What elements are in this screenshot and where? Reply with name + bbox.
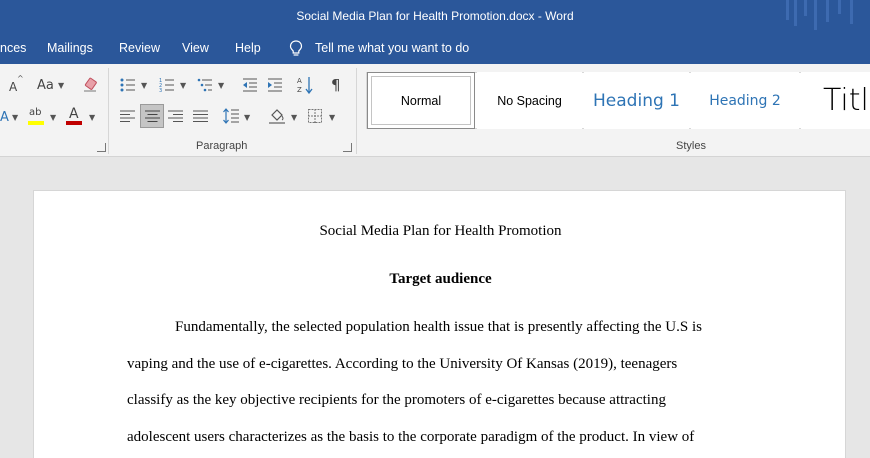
chevron-down-icon: ▼ [218,81,225,90]
style-no-spacing-label: No Spacing [497,93,562,108]
document-title: Social Media Plan for Health Promotion [319,223,562,239]
paragraph-line: Fundamentally, the selected population h… [175,319,702,335]
paragraph-dialog-launcher[interactable] [343,143,352,152]
svg-text:A: A [297,77,302,85]
sort-icon[interactable]: AZ [297,76,313,94]
group-divider [108,68,109,154]
grow-font-button[interactable]: A [9,79,17,95]
font-color-bar [66,121,82,125]
tab-review[interactable]: Review [119,41,160,55]
tell-me-search[interactable]: Tell me what you want to do [315,41,469,55]
ribbon-tabs: nces Mailings Review View Help Tell me w… [0,33,870,64]
style-normal[interactable]: Normal [367,72,475,129]
paragraph-line: vaping and the use of e-cigarettes. Acco… [127,356,678,372]
highlight-color-bar [28,121,44,125]
multilevel-list-icon[interactable] [197,78,213,92]
paragraph-line: classify as the key objective recipients… [127,392,666,408]
highlight-pen-label: ab [29,107,42,118]
chevron-down-icon: ▼ [141,81,148,90]
text-highlight-button[interactable]: ab [28,107,46,125]
style-title-label: Title [823,83,870,118]
style-normal-label: Normal [400,93,442,108]
grow-font-caret-icon: ^ [17,74,24,83]
borders-icon[interactable] [308,109,322,123]
increase-indent-icon[interactable] [267,78,283,92]
tab-mailings[interactable]: Mailings [47,41,93,55]
align-right-icon[interactable] [168,110,183,123]
chevron-down-icon: ▼ [180,81,187,90]
group-divider [356,68,357,154]
shading-icon[interactable] [268,107,286,125]
styles-group-label: Styles [676,140,706,152]
lightbulb-icon [289,40,303,56]
numbering-icon[interactable]: 123 [159,78,175,92]
style-heading-1[interactable]: Heading 1 [584,72,689,129]
text-effects-icon[interactable]: A [0,110,9,126]
change-case-button[interactable]: Aa [37,78,54,94]
tab-help[interactable]: Help [235,41,261,55]
font-color-letter: A [69,106,79,122]
style-title[interactable]: Title [801,72,870,129]
font-dialog-launcher[interactable] [97,143,106,152]
align-center-button[interactable] [140,104,164,128]
chevron-down-icon: ▼ [50,113,57,122]
svg-text:3: 3 [159,88,162,92]
chevron-down-icon: ▼ [89,113,96,122]
align-left-icon[interactable] [120,110,135,123]
style-heading-2-label: Heading 2 [709,92,781,109]
align-center-icon [145,110,160,122]
style-no-spacing[interactable]: No Spacing [477,72,582,129]
chevron-down-icon: ▼ [329,113,336,122]
style-heading-2[interactable]: Heading 2 [691,72,799,129]
style-heading-1-label: Heading 1 [593,90,680,111]
bullets-icon[interactable] [120,78,136,92]
chevron-down-icon: ▼ [244,113,251,122]
clear-formatting-icon[interactable] [82,77,98,93]
title-bar-decoration [780,0,870,33]
tab-view[interactable]: View [182,41,209,55]
chevron-down-icon: ▼ [58,81,65,90]
window-title: Social Media Plan for Health Promotion.d… [296,9,574,23]
decrease-indent-icon[interactable] [242,78,258,92]
font-color-button[interactable]: A [66,106,84,125]
show-formatting-icon[interactable]: ¶ [331,77,341,93]
paragraph-group-label: Paragraph [196,140,248,152]
document-page[interactable]: Social Media Plan for Health Promotion T… [33,190,846,458]
ribbon: A ^ Aa ▼ A ▼ ab ▼ A ▼ ▼ 123 ▼ ▼ AZ ¶ ▼ ▼… [0,64,870,157]
title-bar: Social Media Plan for Health Promotion.d… [0,0,870,33]
paragraph-line: adolescent users characterizes as the ba… [127,429,695,445]
tab-references[interactable]: nces [0,41,26,55]
section-heading: Target audience [389,271,492,287]
justify-icon[interactable] [193,110,208,123]
svg-text:Z: Z [297,86,302,94]
chevron-down-icon: ▼ [12,113,19,122]
line-spacing-icon[interactable] [223,108,239,124]
chevron-down-icon: ▼ [291,113,298,122]
